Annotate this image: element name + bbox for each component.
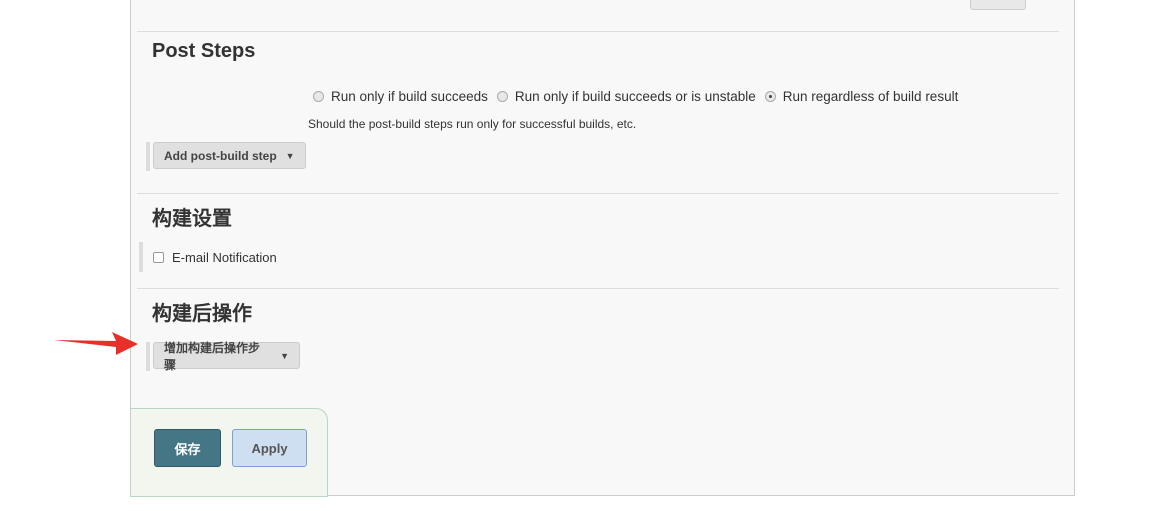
drag-handle [139,242,143,272]
button-label: Add post-build step [164,148,277,163]
build-settings-title: 构建设置 [152,208,232,230]
red-arrow-annotation-icon [54,332,138,355]
drag-handle [146,342,150,371]
post-steps-title: Post Steps [152,40,256,62]
post-build-actions-title: 构建后操作 [152,303,252,325]
apply-button[interactable]: Apply [232,429,307,467]
checkbox-label: E-mail Notification [172,250,277,265]
divider [137,31,1059,32]
post-steps-help: Should the post-build steps run only for… [308,117,637,131]
save-button[interactable]: 保存 [154,429,221,467]
post-steps-radio-group: Run only if build succeeds Run only if b… [313,89,967,104]
radio-icon[interactable] [496,91,508,102]
caret-down-icon: ▼ [285,150,295,161]
drag-handle [146,142,150,171]
checkbox-icon[interactable] [153,252,164,263]
button-label: 增加构建后操作步骤 [164,340,261,372]
radio-run-regardless[interactable]: Run regardless of build result [764,89,959,104]
divider [137,288,1059,289]
email-notification-checkbox[interactable]: E-mail Notification [153,250,277,265]
add-post-build-step-button[interactable]: Add post-build step ▼ [153,142,306,169]
radio-label: Run regardless of build result [782,89,959,104]
radio-run-if-succeeds[interactable]: Run only if build succeeds [313,89,488,104]
radio-run-if-unstable[interactable]: Run only if build succeeds or is unstabl… [496,89,756,104]
radio-icon[interactable] [313,91,324,102]
radio-label: Run only if build succeeds or is unstabl… [514,89,756,104]
add-post-build-action-button[interactable]: 增加构建后操作步骤 ▼ [153,341,300,372]
top-button[interactable] [970,0,1026,10]
radio-label: Run only if build succeeds [331,89,488,104]
radio-icon[interactable] [764,91,776,102]
divider [137,193,1059,194]
caret-down-icon: ▼ [280,350,289,361]
